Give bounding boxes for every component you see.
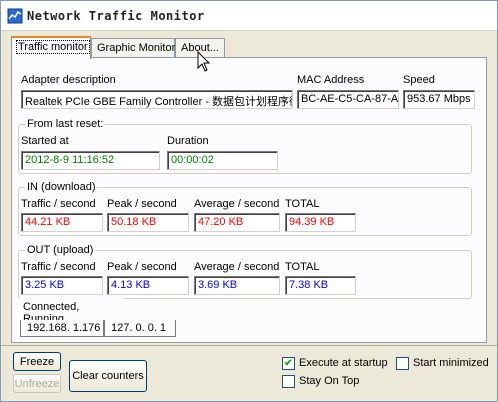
download-peak-label: Peak / second — [107, 198, 177, 210]
app-window: Network Traffic Monitor Traffic monitor … — [0, 0, 498, 402]
upload-peak-label: Peak / second — [107, 261, 177, 273]
download-average-label: Average / second — [194, 198, 280, 210]
bottom-divider — [1, 345, 497, 346]
download-traffic-label: Traffic / second — [21, 198, 96, 210]
download-average-field[interactable]: 47.20 KB — [194, 213, 280, 232]
download-group-title: IN (download) — [25, 181, 98, 193]
start-minimized-label: Start minimized — [413, 357, 489, 369]
app-icon — [7, 8, 23, 24]
download-traffic-field[interactable]: 44.21 KB — [21, 213, 103, 232]
title-bar[interactable]: Network Traffic Monitor — [1, 1, 497, 31]
upload-traffic-label: Traffic / second — [21, 261, 96, 273]
upload-total-label: TOTAL — [285, 261, 320, 273]
clear-counters-button[interactable]: Clear counters — [69, 360, 147, 392]
tab-label: Traffic monitor — [16, 40, 90, 54]
download-group: IN (download) Traffic / second 44.21 KB … — [18, 181, 472, 236]
upload-group: OUT (upload) Traffic / second 3.25 KB Pe… — [18, 244, 472, 299]
adapter-description-label: Adapter description — [21, 74, 116, 86]
window-title: Network Traffic Monitor — [27, 9, 205, 23]
upload-peak-field[interactable]: 4.13 KB — [107, 276, 189, 295]
status-label: Connected, Running — [20, 298, 124, 325]
execute-at-startup-checkbox[interactable]: ✔ — [282, 357, 295, 370]
interface-tab-loopback[interactable]: 127. 0. 0. 1 — [104, 320, 176, 337]
speed-field[interactable]: 953.67 Mbps — [403, 90, 475, 109]
tab-label: Graphic Monitor — [97, 42, 176, 54]
interface-tab-lan[interactable]: 192.168. 1.176 — [20, 320, 104, 337]
upload-average-field[interactable]: 3.69 KB — [194, 276, 280, 295]
download-peak-field[interactable]: 50.18 KB — [107, 213, 189, 232]
upload-traffic-field[interactable]: 3.25 KB — [21, 276, 103, 295]
duration-label: Duration — [167, 135, 209, 147]
mac-address-field[interactable]: BC-AE-C5-CA-87-A5 — [297, 90, 399, 109]
start-minimized-checkbox[interactable] — [396, 357, 409, 370]
speed-label: Speed — [403, 74, 435, 86]
freeze-button[interactable]: Freeze — [13, 352, 61, 371]
stay-on-top-checkbox[interactable] — [282, 375, 295, 388]
download-total-field[interactable]: 94.39 KB — [285, 213, 356, 232]
unfreeze-button[interactable]: Unfreeze — [13, 374, 61, 393]
mouse-pointer-icon — [197, 51, 211, 72]
reset-group-title: From last reset: — [25, 118, 106, 130]
started-at-field[interactable]: 2012-8-9 11:16:52 — [21, 151, 160, 170]
started-at-label: Started at — [21, 135, 69, 147]
upload-total-field[interactable]: 7.38 KB — [285, 276, 356, 295]
adapter-description-field[interactable]: Realtek PCIe GBE Family Controller - 数据包… — [21, 90, 293, 109]
upload-average-label: Average / second — [194, 261, 280, 273]
execute-at-startup-label: Execute at startup — [299, 357, 388, 369]
mac-address-label: MAC Address — [297, 74, 365, 86]
reset-group: From last reset: Started at 2012-8-9 11:… — [18, 118, 472, 174]
tab-graphic-monitor[interactable]: Graphic Monitor — [91, 38, 175, 58]
upload-group-title: OUT (upload) — [25, 244, 96, 256]
stay-on-top-label: Stay On Top — [299, 375, 360, 387]
duration-field[interactable]: 00:00:02 — [167, 151, 278, 170]
tab-traffic-monitor[interactable]: Traffic monitor — [11, 36, 91, 59]
download-total-label: TOTAL — [285, 198, 320, 210]
